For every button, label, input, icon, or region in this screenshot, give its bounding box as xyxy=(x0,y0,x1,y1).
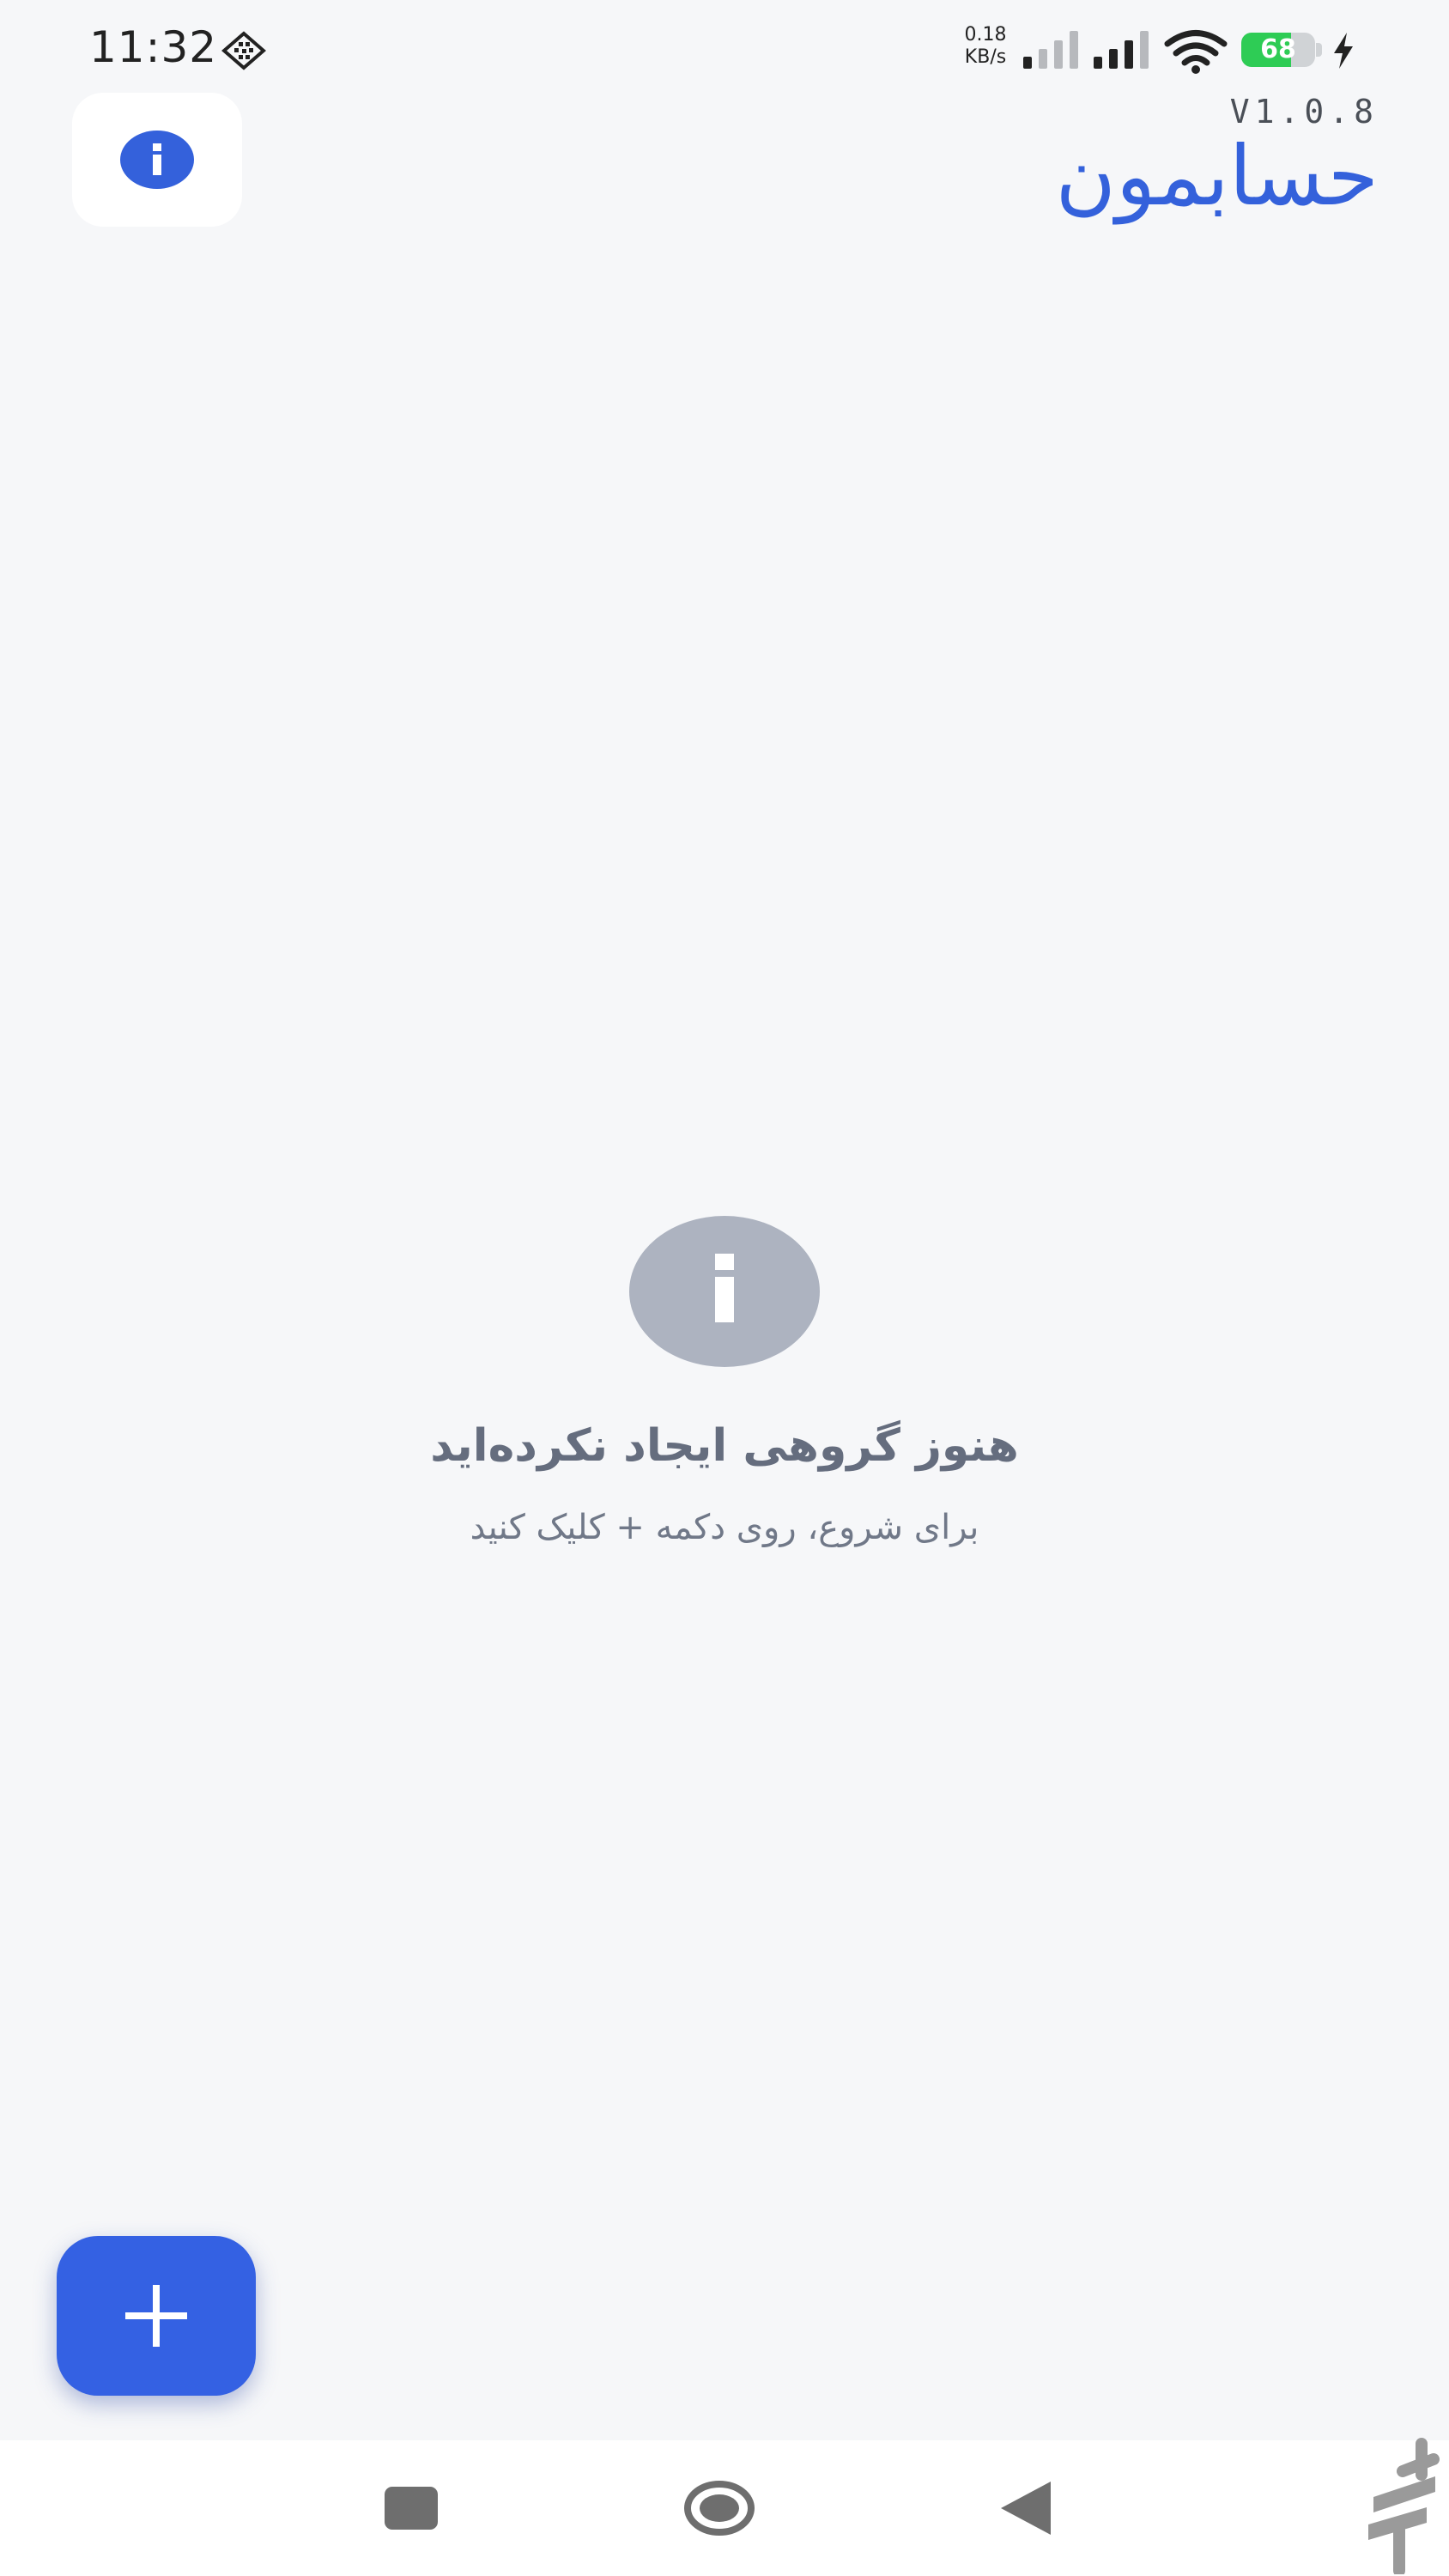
status-bar: 11:32 0.18 KB/s 68 xyxy=(0,0,1449,94)
home-icon[interactable] xyxy=(683,2480,755,2537)
empty-state-title: هنوز گروهی ایجاد نکرده‌اید xyxy=(430,1420,1019,1472)
battery-cap xyxy=(1316,43,1322,57)
back-icon[interactable] xyxy=(997,2480,1052,2537)
notification-icon xyxy=(221,31,266,70)
signal-icon xyxy=(1023,31,1078,69)
app-title: حسابمون xyxy=(1055,128,1379,224)
signal-icon xyxy=(1094,31,1149,69)
store-logo-icon xyxy=(1368,2438,1440,2574)
network-speed-unit: KB/s xyxy=(964,46,1007,68)
info-icon xyxy=(629,1216,820,1367)
plus-icon xyxy=(125,2285,187,2347)
charging-icon xyxy=(1334,33,1353,69)
network-speed: 0.18 KB/s xyxy=(955,24,1016,69)
status-time: 11:32 xyxy=(89,22,218,72)
empty-state-subtitle: برای شروع، روی دکمه + کلیک کنید xyxy=(470,1508,979,1547)
wifi-icon xyxy=(1164,30,1228,74)
navigation-bar xyxy=(0,2440,1449,2576)
info-icon xyxy=(120,131,194,189)
info-button[interactable] xyxy=(72,93,242,227)
network-speed-value: 0.18 xyxy=(964,24,1007,46)
battery-level: 68 xyxy=(1260,34,1296,64)
recents-icon[interactable] xyxy=(385,2487,438,2530)
add-group-button[interactable] xyxy=(57,2236,256,2396)
battery-icon: 68 xyxy=(1241,33,1315,67)
